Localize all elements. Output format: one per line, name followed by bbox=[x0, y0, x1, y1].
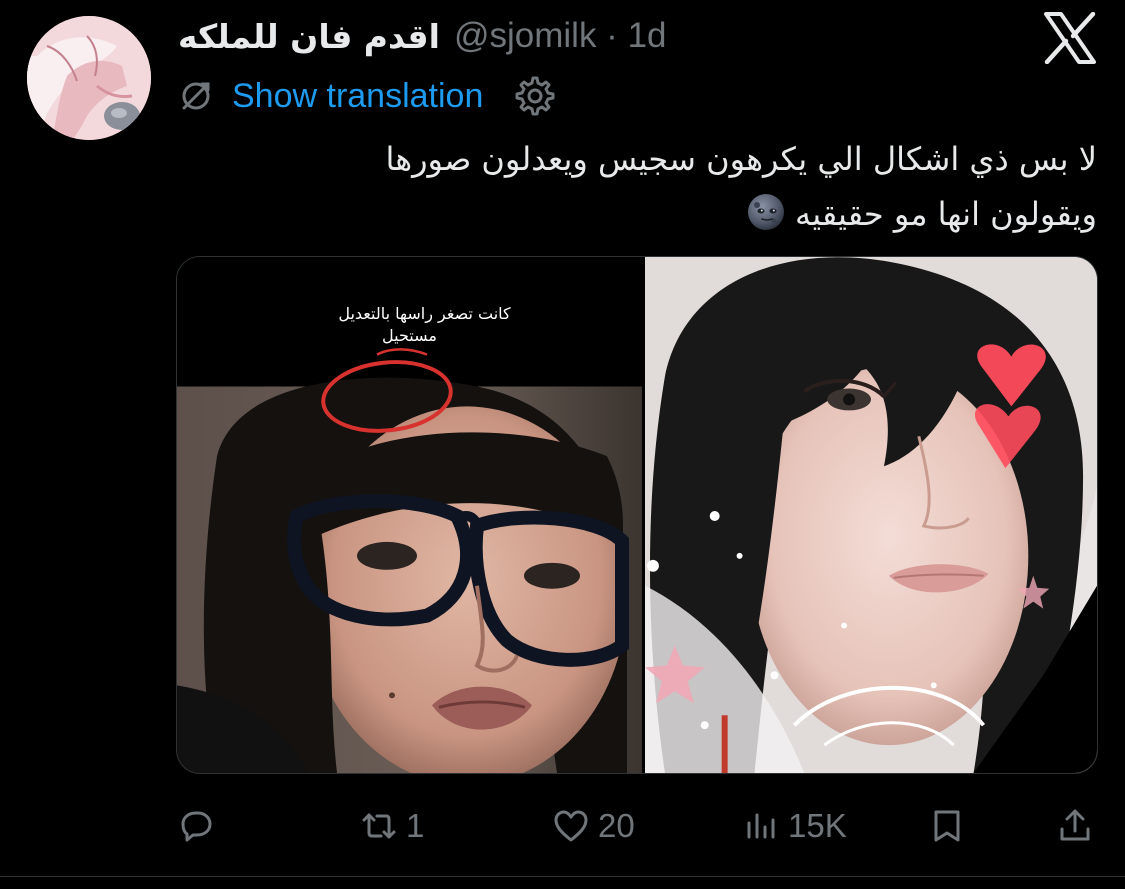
like-icon bbox=[552, 807, 590, 845]
retweet-button[interactable]: 1 bbox=[360, 796, 424, 856]
share-button[interactable] bbox=[1056, 796, 1094, 856]
new-moon-face-emoji bbox=[747, 193, 785, 231]
translation-row: Show translation bbox=[178, 70, 557, 122]
bottom-divider bbox=[0, 876, 1125, 877]
like-count: 20 bbox=[598, 807, 635, 844]
share-icon bbox=[1056, 807, 1094, 845]
retweet-count: 1 bbox=[406, 807, 425, 844]
retweet-icon bbox=[360, 807, 398, 845]
tweet-text-line-1: لا بس ذي اشكال الي يكرهون سجيس ويعدلون ص… bbox=[385, 140, 1097, 178]
avatar-image bbox=[27, 16, 151, 140]
image-caption-line-2: مستحيل bbox=[382, 326, 437, 345]
tweet: اقدم فان للملكه @sjomilk · 1d Show trans… bbox=[0, 0, 1125, 889]
media-image-right[interactable] bbox=[645, 257, 1097, 773]
bookmark-button[interactable] bbox=[928, 796, 966, 856]
image-caption: كانت تصغر راسها بالتعديل مستحيل bbox=[177, 303, 642, 347]
show-translation-link[interactable]: Show translation bbox=[232, 77, 483, 116]
tweet-text-line-2: ويقولون انها مو حقيقيه bbox=[795, 195, 1097, 233]
media-grid[interactable]: كانت تصغر راسها بالتعديل مستحيل bbox=[176, 256, 1098, 774]
tweet-text: لا بس ذي اشكال الي يكرهون سجيس ويعدلون ص… bbox=[197, 132, 1097, 242]
photo-right bbox=[645, 257, 1097, 773]
reply-button[interactable] bbox=[177, 796, 223, 856]
views-count: 15K bbox=[788, 807, 847, 844]
like-button[interactable]: 20 bbox=[552, 796, 635, 856]
action-bar: 1 20 15K bbox=[0, 796, 1125, 856]
reply-icon bbox=[177, 807, 215, 845]
avatar[interactable] bbox=[27, 16, 151, 140]
views-icon bbox=[742, 807, 780, 845]
media-image-left[interactable]: كانت تصغر راسها بالتعديل مستحيل bbox=[177, 257, 642, 773]
tweet-text-line-2-wrapper: ويقولون انها مو حقيقيه bbox=[197, 187, 1097, 242]
image-caption-line-1: كانت تصغر راسها بالتعديل bbox=[338, 304, 511, 323]
author-display-name[interactable]: اقدم فان للملكه bbox=[178, 17, 440, 56]
translate-icon bbox=[178, 78, 214, 114]
tweet-header: اقدم فان للملكه @sjomilk · 1d bbox=[178, 10, 667, 62]
bookmark-icon bbox=[928, 807, 966, 845]
settings-icon[interactable] bbox=[513, 74, 557, 118]
author-handle-time[interactable]: @sjomilk · 1d bbox=[454, 16, 667, 56]
x-logo-icon[interactable] bbox=[1043, 12, 1097, 64]
views-button[interactable]: 15K bbox=[742, 796, 847, 856]
